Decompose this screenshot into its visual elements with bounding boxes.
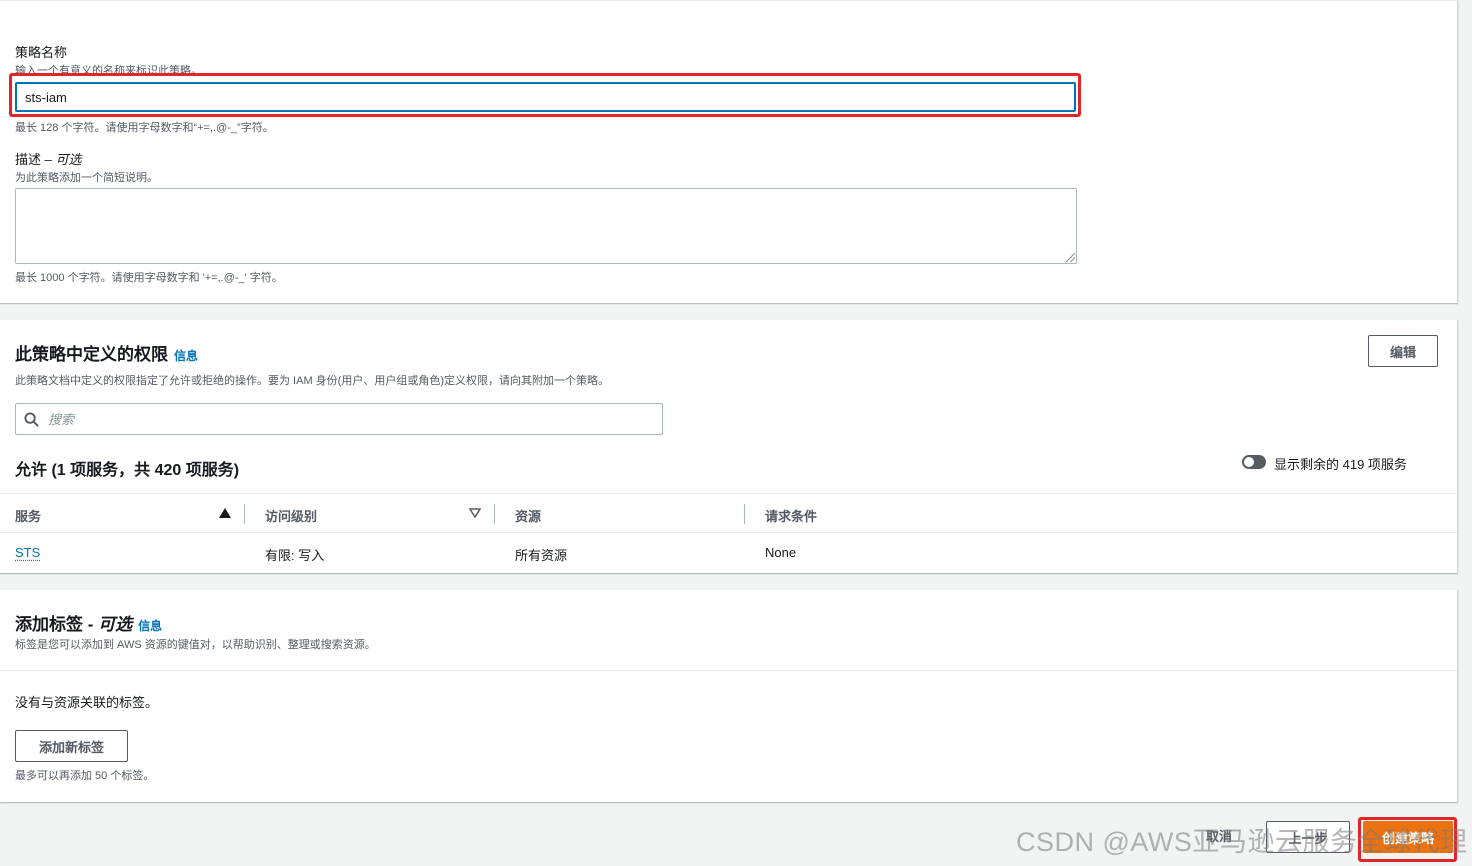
search-icon [24, 412, 39, 427]
previous-button[interactable]: 上一步 [1266, 821, 1350, 853]
permissions-panel: 此策略中定义的权限 信息 编辑 此策略文档中定义的权限指定了允许或拒绝的操作。要为… [0, 320, 1458, 573]
column-separator [744, 504, 745, 524]
column-header-service[interactable]: 服务 [15, 506, 41, 525]
permissions-search-box[interactable] [15, 403, 663, 435]
edit-button[interactable]: 编辑 [1368, 335, 1438, 367]
permissions-table-header: 服务 访问级别 资源 请求条件 [0, 493, 1457, 533]
service-link[interactable]: STS [15, 545, 40, 560]
column-header-access-level[interactable]: 访问级别 [265, 506, 317, 525]
show-remaining-label: 显示剩余的 419 项服务 [1274, 457, 1407, 472]
tags-empty-text: 没有与资源关联的标签。 [15, 695, 159, 710]
tags-description: 标签是您可以添加到 AWS 资源的键值对，以帮助识别、整理或搜索资源。 [15, 639, 376, 651]
tags-panel: 添加标签 - 可选 信息 标签是您可以添加到 AWS 资源的键值对，以帮助识别、整… [0, 590, 1458, 802]
sort-descending-icon[interactable] [469, 508, 481, 518]
tags-title: 添加标签 - 可选 信息 [15, 610, 162, 635]
permissions-description: 此策略文档中定义的权限指定了允许或拒绝的操作。要为 IAM 身份(用户、用户组或… [15, 375, 609, 387]
permissions-info-link[interactable]: 信息 [174, 349, 198, 363]
allow-heading: 允许 (1 项服务，共 420 项服务) [15, 462, 240, 479]
access-level-cell: 有限: 写入 [265, 548, 325, 563]
column-separator [494, 504, 495, 524]
description-label: 描述 – 可选 [15, 149, 81, 168]
resource-cell: 所有资源 [515, 548, 568, 563]
description-hint: 最长 1000 个字符。请使用字母数字和 '+=,.@-_' 字符。 [15, 272, 283, 284]
search-input[interactable] [48, 405, 648, 433]
policy-name-label: 策略名称 [15, 45, 68, 60]
resize-grip-icon[interactable] [1066, 253, 1075, 262]
column-header-resource[interactable]: 资源 [515, 506, 541, 525]
permissions-title: 此策略中定义的权限 信息 [15, 340, 198, 365]
tags-info-link[interactable]: 信息 [138, 619, 162, 633]
policy-name-hint: 最长 128 个字符。请使用字母数字和“+=,.@-_”字符。 [15, 122, 274, 134]
tags-divider [0, 670, 1457, 671]
cancel-button[interactable]: 取消 [1206, 826, 1232, 845]
show-remaining-toggle[interactable] [1242, 455, 1266, 469]
description-label-text: 描述 – [15, 152, 56, 167]
policy-name-description: 输入一个有意义的名称来标识此策略。 [15, 65, 202, 77]
policy-name-input[interactable] [15, 82, 1076, 112]
sort-ascending-icon[interactable] [219, 508, 231, 518]
add-tag-button[interactable]: 添加新标签 [15, 730, 128, 762]
create-policy-button[interactable]: 创建策略 [1363, 821, 1453, 853]
description-textarea[interactable] [15, 188, 1077, 264]
description-optional: 可选 [55, 152, 82, 167]
column-separator [244, 504, 245, 524]
policy-details-panel: 策略名称 输入一个有意义的名称来标识此策略。 最长 128 个字符。请使用字母数… [0, 0, 1458, 303]
description-help: 为此策略添加一个简短说明。 [15, 172, 158, 184]
permissions-title-text: 此策略中定义的权限 [15, 345, 168, 364]
tags-title-optional: 可选 [98, 615, 133, 634]
tags-title-text: 添加标签 - [15, 615, 99, 634]
tags-limit-hint: 最多可以再添加 50 个标签。 [15, 770, 155, 782]
condition-cell: None [765, 545, 797, 560]
column-header-condition[interactable]: 请求条件 [765, 506, 817, 525]
